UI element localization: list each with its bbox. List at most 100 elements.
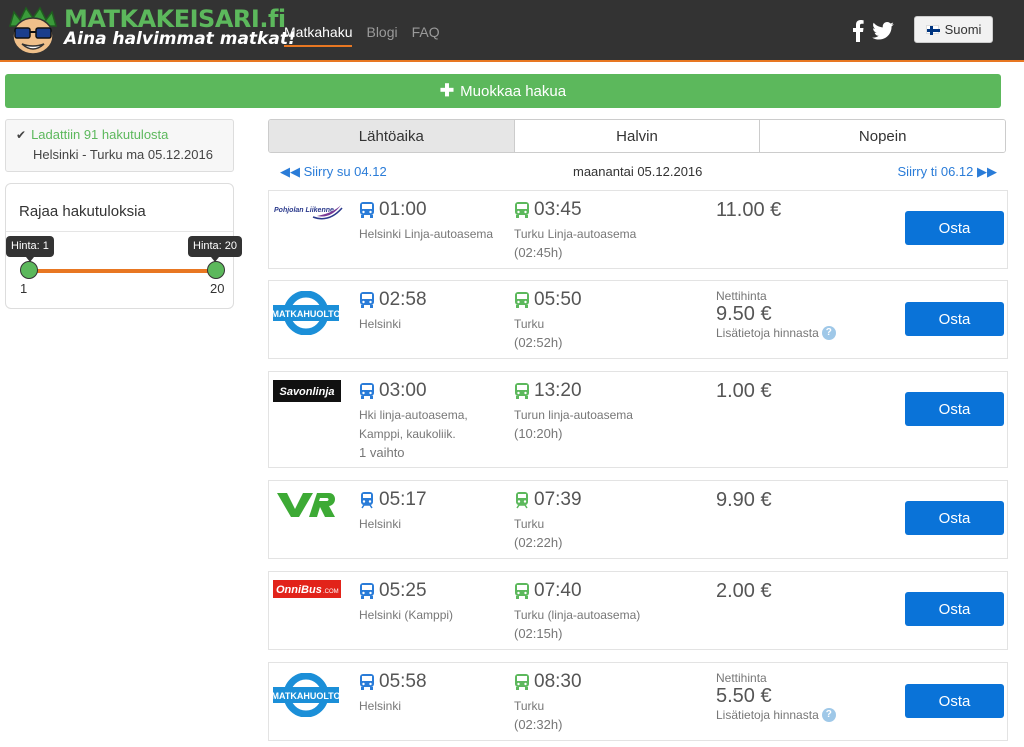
duration: (02:52h)	[514, 335, 563, 350]
departure-time: 01:00	[379, 199, 427, 220]
day-navigation: ◀◀ Siirry su 04.12 maanantai 05.12.2016 …	[268, 164, 998, 182]
savonlinja-logo-icon: Savonlinja	[273, 380, 341, 402]
vr-logo-icon	[273, 489, 339, 519]
language-button[interactable]: Suomi	[914, 16, 993, 43]
price: 1.00 €	[716, 380, 772, 402]
departure-place: Helsinki Linja-autoasema	[359, 227, 494, 241]
svg-text:Pohjolan Liikenne: Pohjolan Liikenne	[274, 207, 334, 214]
svg-text:MATKAHUOLTO: MATKAHUOLTO	[273, 691, 339, 701]
price-info-link[interactable]: Lisätietoja hinnasta	[716, 708, 819, 722]
facebook-icon[interactable]	[852, 20, 864, 42]
duration: (02:45h)	[514, 245, 563, 260]
onnibus-logo-icon: OnniBus .COM	[273, 580, 341, 598]
price-info-link[interactable]: Lisätietoja hinnasta	[716, 326, 819, 340]
buy-button[interactable]: Osta	[905, 211, 1004, 245]
current-day-label: maanantai 05.12.2016	[573, 164, 703, 179]
question-icon[interactable]: ?	[821, 708, 836, 722]
result-row: Savonlinja 03:00 Hki linja-autoasema, Ka…	[268, 371, 1008, 468]
buy-button[interactable]: Osta	[905, 302, 1004, 336]
departure-place: Hki linja-autoasema, Kamppi, kaukoliik.	[359, 406, 468, 444]
result-row: 05:17 Helsinki 07:39 Turku (02:22h) 9.90…	[268, 480, 1008, 559]
departure-time: 03:00	[379, 380, 427, 401]
social-links	[852, 20, 894, 42]
net-price-note: Nettihinta	[716, 671, 767, 685]
plus-icon: ✚	[439, 81, 455, 100]
departure-time: 05:58	[379, 671, 427, 692]
next-day-link[interactable]: Siirry ti 06.12 ▶▶	[898, 164, 997, 180]
price-slider-min-handle[interactable]	[20, 261, 38, 279]
duration: (10:20h)	[514, 426, 563, 441]
next-day-label: Siirry ti 06.12	[897, 164, 974, 179]
buy-button[interactable]: Osta	[905, 592, 1004, 626]
svg-text:OnniBus: OnniBus	[276, 584, 322, 596]
edit-search-button[interactable]: ✚ Muokkaa hakua	[5, 74, 1001, 108]
bus-icon	[359, 382, 375, 400]
departure-time: 02:58	[379, 289, 427, 310]
price: 5.50 €	[716, 685, 772, 707]
logo-subtitle: Aina halvimmat matkat!	[64, 29, 296, 49]
twitter-icon[interactable]	[872, 22, 894, 40]
nav-matkahaku[interactable]: Matkahaku	[284, 24, 353, 47]
departure-place: Helsinki	[359, 517, 402, 531]
nav-faq[interactable]: FAQ	[412, 24, 440, 47]
arrival-time: 07:39	[534, 489, 582, 510]
tab-cheapest[interactable]: Halvin	[514, 120, 761, 152]
bus-icon	[514, 582, 530, 600]
bus-icon	[359, 201, 375, 219]
arrival-time: 03:45	[534, 199, 582, 220]
bus-icon	[514, 291, 530, 309]
price: 11.00 €	[716, 199, 782, 221]
previous-day-label: Siirry su 04.12	[303, 164, 387, 179]
arrival-place: Turun linja-autoasema	[514, 408, 633, 422]
search-status-panel: ✔ Ladattiin 91 hakutulosta Helsinki - Tu…	[5, 119, 234, 172]
arrival-time: 08:30	[534, 671, 582, 692]
price-min-tooltip: Hinta: 1	[6, 236, 54, 262]
question-icon[interactable]: ?	[821, 326, 836, 340]
departure-place: Helsinki (Kamppi)	[359, 608, 454, 622]
bus-icon	[514, 201, 530, 219]
arrival-time: 05:50	[534, 289, 582, 310]
bus-icon	[514, 673, 530, 691]
top-navbar: MATKAKEISARI.fi Aina halvimmat matkat! M…	[0, 0, 1024, 62]
result-row: Pohjolan Liikenne 01:00 Helsinki Linja-a…	[268, 190, 1008, 269]
edit-search-label: Muokkaa hakua	[460, 82, 567, 100]
departure-place: Helsinki	[359, 699, 402, 713]
arrival-place: Turku (linja-autoasema)	[514, 608, 641, 622]
departure-time: 05:17	[379, 489, 427, 510]
result-row: MATKAHUOLTO 05:58 Helsinki 08:30 Turku (…	[268, 662, 1008, 741]
arrival-place: Turku	[514, 317, 545, 331]
departure-time: 05:25	[379, 580, 427, 601]
arrival-place: Turku	[514, 517, 545, 531]
departure-place-line: Kamppi, kaukoliik.	[359, 427, 456, 441]
train-icon	[514, 491, 530, 509]
logo-emperor-face-icon[interactable]	[6, 4, 60, 56]
result-row: OnniBus .COM 05:25 Helsinki (Kamppi) 07:…	[268, 571, 1008, 650]
bus-icon	[359, 291, 375, 309]
svg-text:.COM: .COM	[323, 589, 339, 595]
buy-button[interactable]: Osta	[905, 501, 1004, 535]
tab-fastest[interactable]: Nopein	[760, 120, 1005, 152]
tab-departure-time[interactable]: Lähtöaika	[269, 120, 515, 152]
train-icon	[359, 491, 375, 509]
transfer-count: 1 vaihto	[359, 445, 405, 460]
matkahuolto-logo-icon: MATKAHUOLTO	[273, 291, 339, 335]
arrival-place: Turku Linja-autoasema	[514, 227, 637, 241]
pohjolan-liikenne-logo-icon: Pohjolan Liikenne	[273, 199, 343, 221]
buy-button[interactable]: Osta	[905, 684, 1004, 718]
buy-button[interactable]: Osta	[905, 392, 1004, 426]
price-max-tooltip: Hinta: 20	[188, 236, 243, 262]
previous-day-link[interactable]: ◀◀ Siirry su 04.12	[280, 164, 387, 180]
price-slider-track[interactable]	[28, 269, 216, 273]
loaded-results-text: Ladattiin 91 hakutulosta	[31, 127, 169, 142]
divider	[6, 231, 233, 232]
nav-blogi[interactable]: Blogi	[366, 24, 397, 47]
price: 9.50 €	[716, 303, 772, 325]
net-price-note: Nettihinta	[716, 289, 767, 303]
matkahuolto-logo-icon: MATKAHUOLTO	[273, 673, 339, 717]
language-label: Suomi	[944, 22, 982, 37]
price-max-label: 20	[210, 281, 225, 296]
filter-title: Rajaa hakutuloksia	[19, 203, 146, 220]
price-slider-max-handle[interactable]	[207, 261, 225, 279]
arrival-time: 07:40	[534, 580, 582, 601]
departure-place: Helsinki	[359, 317, 402, 331]
